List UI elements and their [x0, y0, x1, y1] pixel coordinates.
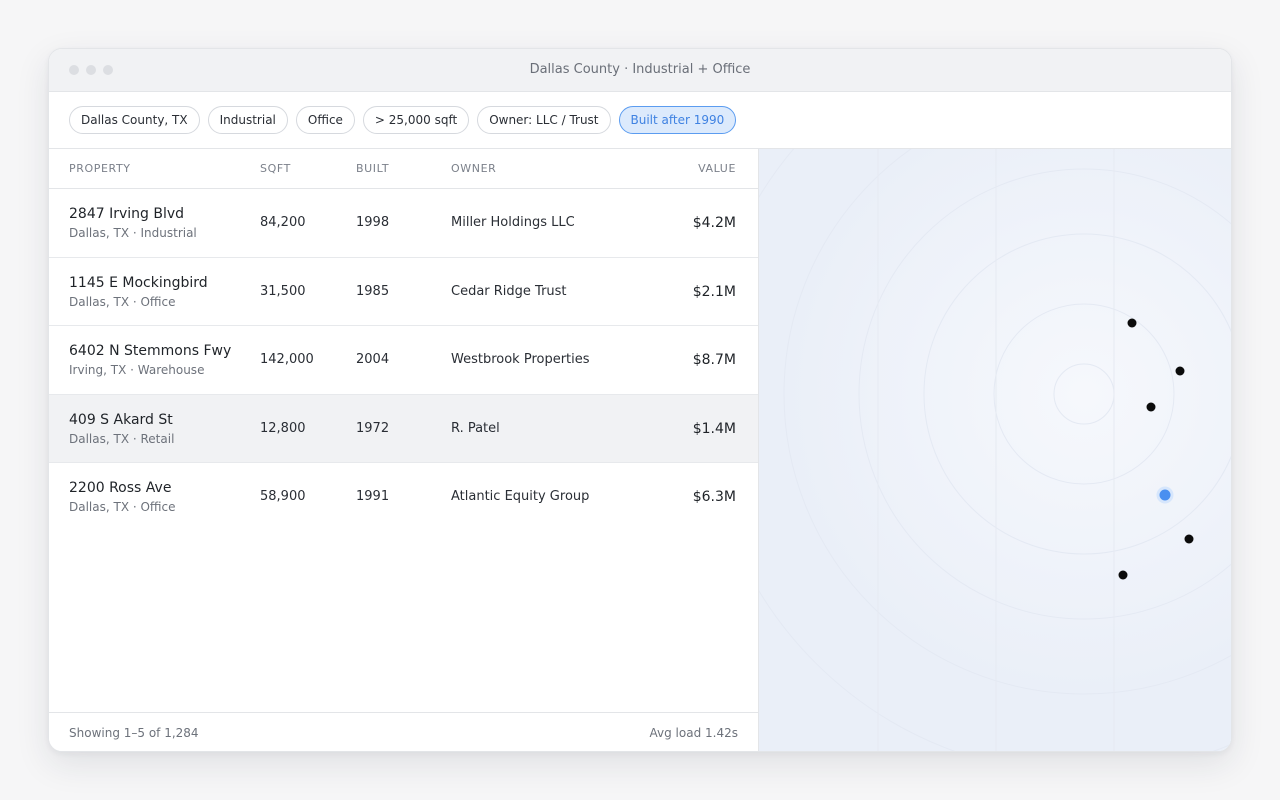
table-row[interactable]: 2847 Irving Blvd Dallas, TX · Industrial…	[49, 189, 758, 258]
property-location-type: Dallas, TX · Retail	[69, 431, 175, 446]
property-value: $4.2M	[692, 215, 736, 231]
filter-chip-built[interactable]: Built after 1990	[618, 106, 737, 134]
map-view[interactable]	[759, 149, 1232, 752]
table-header: PROPERTY SQFT BUILT OWNER VALUE	[49, 149, 758, 189]
table-row[interactable]: 1145 E Mockingbird Dallas, TX · Office 3…	[49, 258, 758, 326]
table-row[interactable]: 2200 Ross Ave Dallas, TX · Office 58,900…	[49, 463, 758, 532]
property-owner: Westbrook Properties	[451, 352, 590, 367]
property-sqft: 84,200	[260, 215, 306, 230]
table-row[interactable]: 6402 N Stemmons Fwy Irving, TX · Warehou…	[49, 326, 758, 395]
property-sqft: 31,500	[260, 283, 306, 299]
map-marker[interactable]	[1184, 534, 1194, 544]
property-owner: R. Patel	[451, 420, 500, 436]
property-location-type: Dallas, TX · Industrial	[69, 226, 197, 240]
app-window: Dallas County · Industrial + Office Dall…	[48, 48, 1232, 752]
property-value: $6.3M	[692, 489, 736, 505]
property-built-year: 1972	[356, 420, 390, 436]
property-built-year: 1998	[356, 215, 390, 230]
property-location-type: Dallas, TX · Office	[69, 294, 176, 309]
filter-bar: Dallas County, TX Industrial Office > 25…	[49, 92, 1231, 149]
property-location-type: Irving, TX · Warehouse	[69, 363, 205, 377]
table-row-highlighted[interactable]: 409 S Akard St Dallas, TX · Retail 12,80…	[49, 394, 758, 463]
property-address: 409 S Akard St	[69, 411, 173, 428]
property-owner: Cedar Ridge Trust	[451, 283, 567, 299]
property-value: $1.4M	[692, 420, 736, 437]
filter-chip-county[interactable]: Dallas County, TX	[69, 106, 200, 134]
property-sqft: 58,900	[260, 489, 306, 504]
property-address: 2847 Irving Blvd	[69, 206, 185, 222]
map-canvas[interactable]	[759, 149, 1232, 752]
map-marker[interactable]	[1127, 318, 1137, 328]
property-address: 6402 N Stemmons Fwy	[69, 343, 232, 359]
pagination-status: Showing 1–5 of 1,284	[69, 726, 199, 740]
property-value: $2.1M	[692, 283, 736, 300]
property-value: $8.7M	[692, 352, 736, 368]
property-built-year: 2004	[356, 352, 390, 367]
property-sqft: 12,800	[260, 420, 306, 436]
title-bar: Dallas County · Industrial + Office	[49, 49, 1231, 92]
property-table: PROPERTY SQFT BUILT OWNER VALUE 2847 Irv…	[49, 149, 759, 751]
map-marker[interactable]	[1118, 570, 1128, 580]
property-location-type: Dallas, TX · Office	[69, 500, 176, 514]
avg-load-time: Avg load 1.42s	[649, 726, 738, 740]
property-address: 1145 E Mockingbird	[69, 274, 208, 291]
window-title: Dallas County · Industrial + Office	[529, 62, 751, 77]
property-address: 2200 Ross Ave	[69, 480, 172, 496]
map-marker-selected[interactable]	[1159, 489, 1171, 501]
property-sqft: 142,000	[260, 352, 314, 367]
filter-chip-sqft[interactable]: > 25,000 sqft	[362, 106, 470, 134]
column-header-sqft[interactable]: SQFT	[260, 162, 291, 175]
property-owner: Miller Holdings LLC	[451, 215, 575, 230]
filter-chip-industrial[interactable]: Industrial	[207, 106, 288, 134]
property-built-year: 1991	[356, 489, 390, 504]
column-header-built[interactable]: BUILT	[356, 162, 389, 175]
filter-chip-office[interactable]: Office	[295, 106, 355, 134]
property-built-year: 1985	[356, 283, 390, 299]
column-header-value[interactable]: VALUE	[698, 162, 736, 175]
map-marker[interactable]	[1175, 366, 1185, 376]
filter-chip-owner[interactable]: Owner: LLC / Trust	[477, 106, 611, 134]
property-owner: Atlantic Equity Group	[451, 489, 590, 504]
column-header-owner[interactable]: OWNER	[451, 162, 496, 175]
table-footer: Showing 1–5 of 1,284 Avg load 1.42s	[49, 712, 758, 751]
map-marker[interactable]	[1146, 402, 1156, 412]
column-header-property[interactable]: PROPERTY	[69, 162, 131, 175]
